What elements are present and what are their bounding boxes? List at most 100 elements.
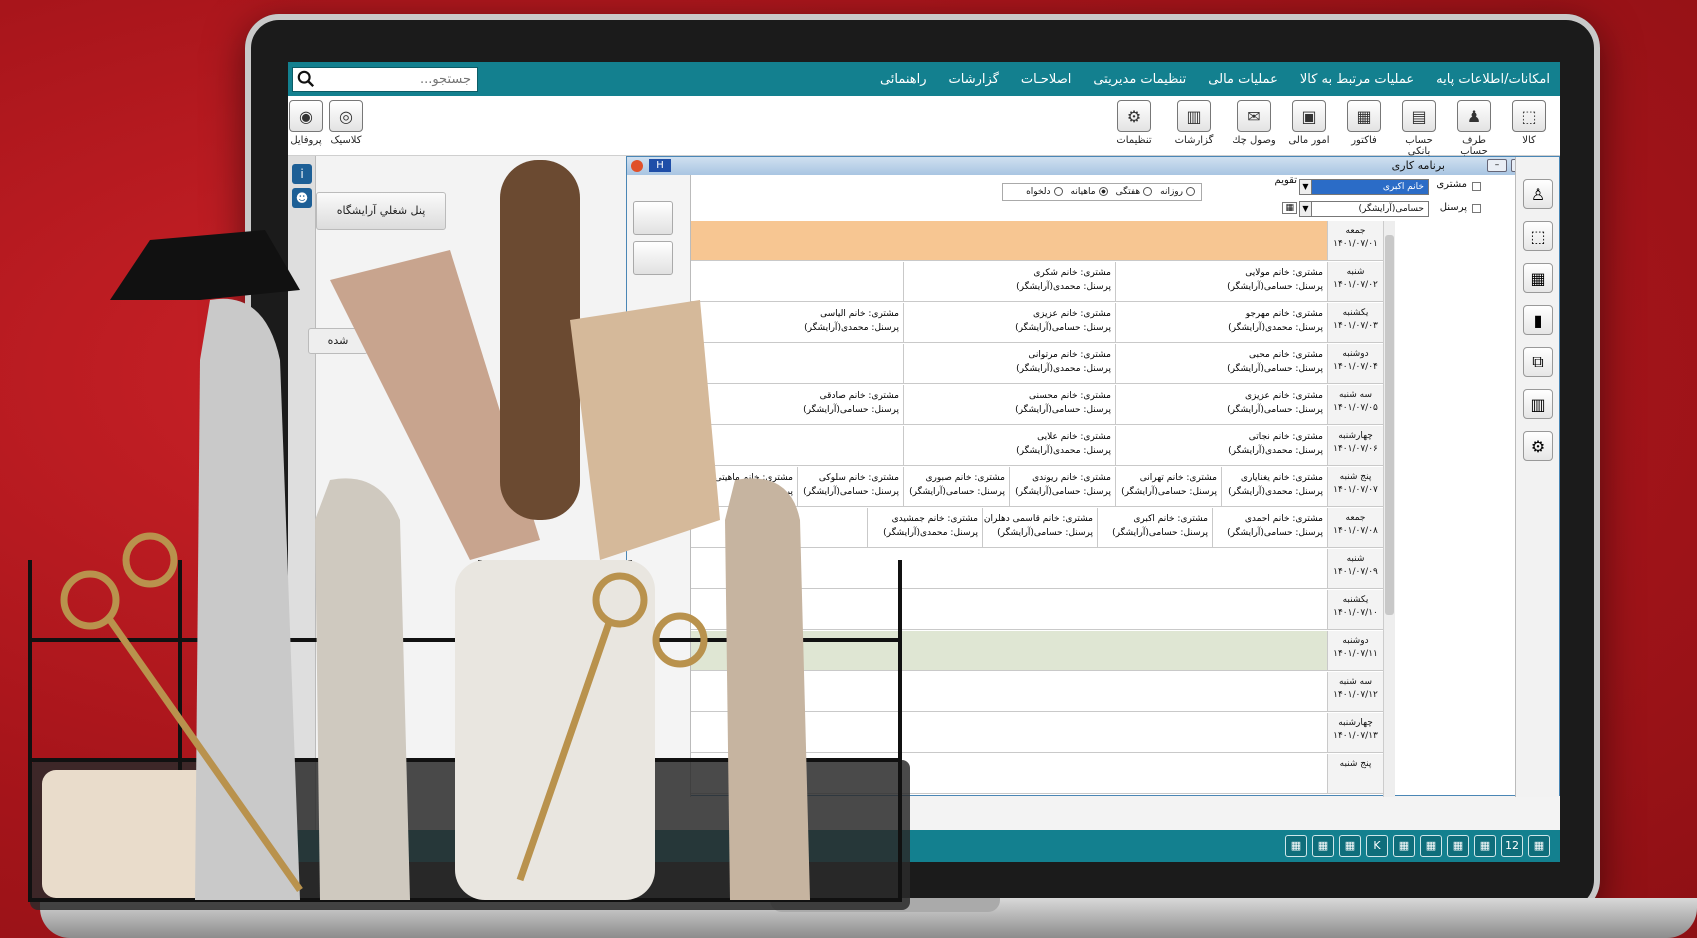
appointment-cell[interactable]: مشتری: خانم محبی پرسنل: حسامی(آرایشگر)	[1115, 344, 1327, 383]
menu-item-base[interactable]: امکانات/اطلاعات پایه	[1436, 72, 1550, 87]
share-icon[interactable]: ▦	[1447, 835, 1469, 857]
add-person-icon[interactable]: ♙	[1523, 179, 1553, 209]
status-K[interactable]: K	[1366, 835, 1388, 857]
radio-custom[interactable]: دلخواه	[1026, 187, 1063, 197]
radio-daily[interactable]: روزانه	[1160, 187, 1195, 197]
right-toolbar: ♙ ⬚ ▦ ▮ ⧉ ▥ ⚙	[1515, 157, 1559, 797]
printer-icon[interactable]: ▦	[1285, 835, 1307, 857]
person-icon[interactable]	[633, 201, 673, 235]
table-row[interactable]: شنبه ۱۴۰۱/۰۷/۰۹	[691, 549, 1383, 589]
appointment-cell[interactable]: مشتری: خانم جمشیدی پرسنل: محمدی(آرایشگر)	[867, 508, 982, 547]
appointment-cell[interactable]: مشتری: خانم تهرانی پرسنل: حسامی(آرایشگر)	[1115, 467, 1221, 506]
salon-panel-button[interactable]: پنل شغلي آرایشگاه	[316, 192, 446, 230]
table-row[interactable]: یکشنبه ۱۴۰۱/۰۷/۱۰	[691, 590, 1383, 630]
appointment-cell[interactable]: مشتری: خانم الیاسی پرسنل: محمدی(آرایشگر)	[691, 303, 903, 342]
schedule-grid: جمعه ۱۴۰۱/۰۷/۰۱ شنبه ۱۴۰۱/۰۷/۰۲ مشتری: خانم …	[691, 221, 1383, 797]
appointment-cell[interactable]: مشتری: خانم سلوکی پرسنل: حسامی(آرایشگر)	[797, 467, 903, 506]
appointment-cell[interactable]: مشتری: خانم قاسمی دهلران پرسنل: حسامی(آرا…	[982, 508, 1097, 547]
table-row[interactable]: جمعه ۱۴۰۱/۰۷/۰۸ مشتری: خانم احمدی پرسنل: حس…	[691, 508, 1383, 548]
appointment-cell[interactable]: مشتری: خانم احمدی پرسنل: حسامی(آرایشگر)	[1212, 508, 1327, 547]
toolbar-finance-button[interactable]: ▣ امور مالی	[1283, 100, 1335, 146]
filter-bar: مشتری خانم اکبری ▼ پرسنل حسامی(آرایشگر) ▼ …	[627, 175, 1559, 219]
grid-icon[interactable]: ▦	[1523, 263, 1553, 293]
staff-select[interactable]: حسامی(آرایشگر) ▼	[1299, 201, 1429, 217]
chevron-down-icon: ▼	[1300, 202, 1312, 216]
toolbar-cheque-button[interactable]: ✉ وصول چك	[1228, 100, 1280, 146]
toolbar-account-button[interactable]: ♟ طرف حساب	[1448, 100, 1500, 157]
menu-item-finance[interactable]: عملیات مالی	[1208, 72, 1278, 87]
box-icon[interactable]	[633, 241, 673, 275]
day-cell: شنبه ۱۴۰۱/۰۷/۰۲	[1327, 262, 1383, 301]
appointment-cell[interactable]: مشتری: خانم علایی پرسنل: محمدی(آرایشگر)	[903, 426, 1115, 465]
status-12[interactable]: 12	[1501, 835, 1523, 857]
table-row[interactable]: جمعه ۱۴۰۱/۰۷/۰۱	[691, 221, 1383, 261]
add-box-icon[interactable]: ⬚	[1523, 221, 1553, 251]
table-row[interactable]: چهارشنبه ۱۴۰۱/۰۷/۰۶ مشتری: خانم نجاتی پرسنل…	[691, 426, 1383, 466]
calendar-small-icon[interactable]: ▦	[1282, 202, 1297, 214]
appointment-cell[interactable]: مشتری: خانم ریوندی پرسنل: حسامی(آرایشگر)	[1009, 467, 1115, 506]
grid-icon[interactable]: ▦	[1393, 835, 1415, 857]
customer-select[interactable]: خانم اکبری ▼	[1299, 179, 1429, 195]
toolbar-bank-button[interactable]: ▤ حساب بانکی	[1393, 100, 1445, 157]
table-row[interactable]: یکشنبه ۱۴۰۱/۰۷/۰۳ مشتری: خانم مهرجو پرسنل: …	[691, 303, 1383, 343]
appointment-cell[interactable]: مشتری: خانم نجاتی پرسنل: محمدی(آرایشگر)	[1115, 426, 1327, 465]
table-row[interactable]: دوشنبه ۱۴۰۱/۰۷/۰۴ مشتری: خانم محبی پرسنل: ح…	[691, 344, 1383, 384]
table-row[interactable]: پنج شنبه ۱۴۰۱/۰۷/۰۷ مشتری: خانم یغنایاری پر…	[691, 467, 1383, 507]
staff-checkbox[interactable]	[1472, 204, 1481, 213]
table-row[interactable]: پنج شنبه	[691, 754, 1383, 794]
toolbar-reports-button[interactable]: ▥ گزارشات	[1168, 100, 1220, 146]
search-icon[interactable]	[297, 70, 315, 88]
calendar-icon[interactable]: ▦	[1528, 835, 1550, 857]
menu-item-admin[interactable]: تنظیمات مدیریتی	[1093, 72, 1186, 87]
laptop-notch	[770, 898, 1000, 912]
appointment-cell[interactable]: مشتری: خانم اکبری پرسنل: حسامی(آرایشگر)	[1097, 508, 1212, 547]
radio-weekly[interactable]: هفتگی	[1116, 187, 1153, 197]
scroll-thumb[interactable]	[1385, 235, 1394, 615]
toolbar-settings-button[interactable]: ⚙ تنظیمات	[1108, 100, 1160, 146]
radio-monthly[interactable]: ماهیانه	[1071, 187, 1108, 197]
list-icon[interactable]: ▦	[1420, 835, 1442, 857]
appointment-cell[interactable]: مشتری: خانم مولایی پرسنل: حسامی(آرایشگر)	[1115, 262, 1327, 301]
toolbar-profile-button[interactable]: ◉ پروفایل	[288, 100, 332, 146]
toolbar-invoice-button[interactable]: ▦ فاکتور	[1338, 100, 1390, 146]
chart-icon[interactable]: ▮	[1523, 305, 1553, 335]
appointment-cell[interactable]: مشتری: خانم یغنایاری پرسنل: محمدی(آرایشگر…	[1221, 467, 1327, 506]
status-bar: ▦ 12 ▦ ▦ ▦ ▦ K ▦ ▦ ▦	[288, 830, 1560, 862]
day-cell: شنبه ۱۴۰۱/۰۷/۰۹	[1327, 549, 1383, 588]
box-icon: ⬚	[1512, 100, 1546, 132]
info-icon[interactable]: i	[292, 164, 312, 184]
network-icon[interactable]: ⧉	[1523, 347, 1553, 377]
search-input[interactable]	[327, 68, 477, 91]
vertical-scrollbar[interactable]	[1383, 221, 1395, 797]
search-box	[292, 67, 478, 92]
appointment-cell[interactable]: مشتری: خانم ماهیتی پرسنل: حسا	[691, 467, 797, 506]
search-chart-icon[interactable]: ▦	[1474, 835, 1496, 857]
bar-chart-icon[interactable]: ▥	[1523, 389, 1553, 419]
appointment-cell[interactable]: مشتری: خانم مرتوانی پرسنل: محمدی(آرایشگر)	[903, 344, 1115, 383]
phone-icon[interactable]: ▦	[1339, 835, 1361, 857]
minimize-icon[interactable]: –	[1487, 159, 1507, 172]
toolbar-goods-button[interactable]: ⬚ کالا	[1503, 100, 1555, 146]
customer-checkbox[interactable]	[1472, 182, 1481, 191]
appointment-cell[interactable]: مشتری: خانم محسنی پرسنل: حسامی(آرایشگر)	[903, 385, 1115, 424]
appointment-cell[interactable]: مشتری: خانم شکری پرسنل: محمدی(آرایشگر)	[903, 262, 1115, 301]
user-icon[interactable]: ☻	[292, 188, 312, 208]
menu-item-reports[interactable]: گزارشات	[949, 72, 999, 87]
menu-item-help[interactable]: راهنمائی	[880, 72, 927, 87]
menu-item-edit[interactable]: اصلاحـات	[1021, 72, 1071, 87]
profile-icon: ◉	[289, 100, 323, 132]
menu-item-goods[interactable]: عملیات مرتبط به کالا	[1300, 72, 1414, 87]
calendar-grid-icon[interactable]: ▦	[1312, 835, 1334, 857]
appointment-cell[interactable]: مشتری: خانم عزیزی پرسنل: حسامی(آرایشگر)	[903, 303, 1115, 342]
table-row[interactable]: شنبه ۱۴۰۱/۰۷/۰۲ مشتری: خانم مولایی پرسنل: ح…	[691, 262, 1383, 302]
appointment-cell[interactable]: مشتری: خانم عزیزی پرسنل: حسامی(آرایشگر)	[1115, 385, 1327, 424]
table-row[interactable]: دوشنبه ۱۴۰۱/۰۷/۱۱	[691, 631, 1383, 671]
appointment-cell[interactable]: مشتری: خانم صبوری پرسنل: حسامی(آرایشگر)	[903, 467, 1009, 506]
appointment-cell[interactable]: مشتری: خانم مهرجو پرسنل: محمدی(آرایشگر)	[1115, 303, 1327, 342]
gear-icon[interactable]: ⚙	[1523, 431, 1553, 461]
table-row[interactable]: سه شنبه ۱۴۰۱/۰۷/۱۲	[691, 672, 1383, 712]
app-icon	[631, 160, 643, 172]
table-row[interactable]: چهارشنبه ۱۴۰۱/۰۷/۱۳	[691, 713, 1383, 753]
appointment-cell[interactable]: مشتری: خانم صادقی پرسنل: حسامی(آرایشگر)	[691, 385, 903, 424]
table-row[interactable]: سه شنبه ۱۴۰۱/۰۷/۰۵ مشتری: خانم عزیزی پرسنل:…	[691, 385, 1383, 425]
